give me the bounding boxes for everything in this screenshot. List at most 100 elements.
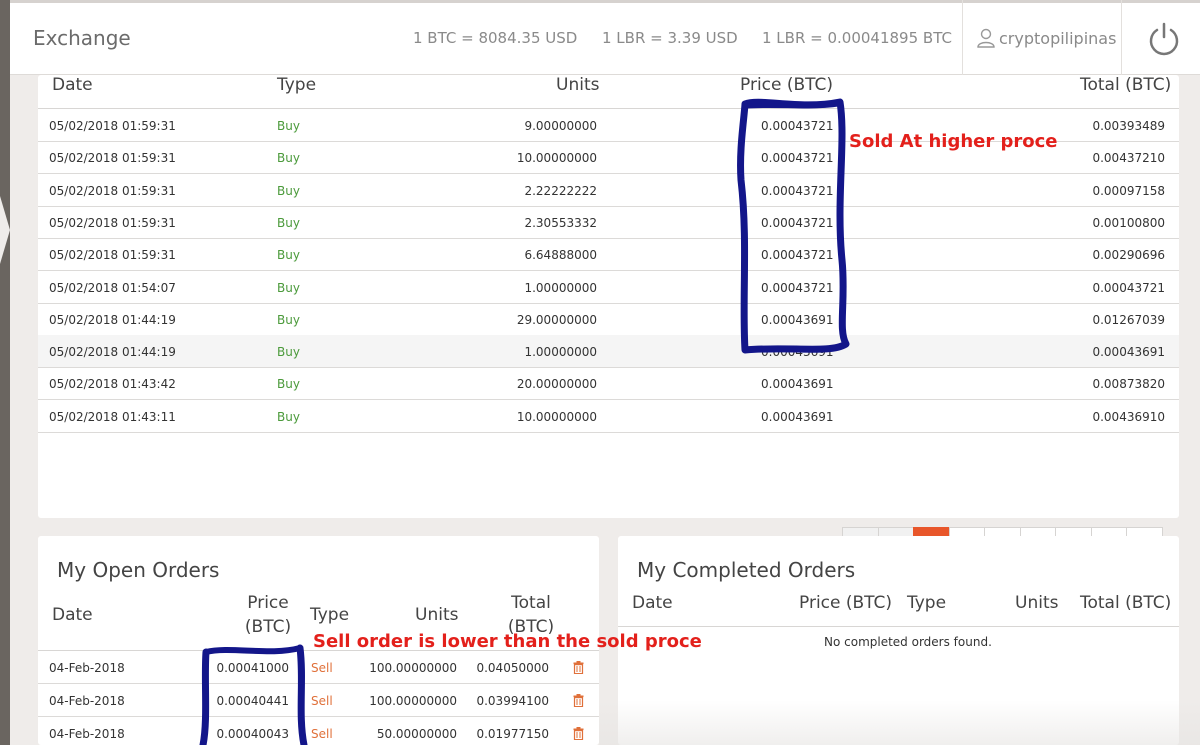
open-col-units: Units xyxy=(415,605,459,625)
open-orders-title: My Open Orders xyxy=(57,558,220,582)
rate-lbr-btc: 1 LBR = 0.00041895 BTC xyxy=(762,29,952,47)
trade-total: 0.00436910 xyxy=(1092,409,1165,424)
trade-price: 0.00043691 xyxy=(761,312,834,327)
trade-date: 05/02/2018 01:59:31 xyxy=(49,119,176,133)
completed-col-total: Total (BTC) xyxy=(1080,593,1172,613)
order-date: 04-Feb-2018 xyxy=(49,661,125,675)
trade-date: 05/02/2018 01:54:07 xyxy=(49,280,176,295)
trade-units: 10.00000000 xyxy=(516,151,597,166)
trade-date: 05/02/2018 01:44:19 xyxy=(49,345,176,360)
col-total: Total (BTC) xyxy=(1080,75,1172,95)
trade-date: 05/02/2018 01:44:19 xyxy=(49,312,176,327)
trade-total: 0.01267039 xyxy=(1092,312,1165,327)
trade-units: 1.00000000 xyxy=(524,280,597,295)
delete-order-icon[interactable] xyxy=(573,727,584,740)
order-units: 50.00000000 xyxy=(376,727,457,741)
order-total: 0.01977150 xyxy=(476,727,549,741)
power-icon[interactable] xyxy=(1147,22,1181,56)
open-col-price-line2: (BTC) xyxy=(244,617,292,637)
trade-date: 05/02/2018 01:43:11 xyxy=(49,409,176,424)
trade-date: 05/02/2018 01:59:31 xyxy=(49,215,176,230)
order-price: 0.00040043 xyxy=(216,727,289,741)
completed-col-units: Units xyxy=(1015,593,1059,613)
rate-btc-usd: 1 BTC = 8084.35 USD xyxy=(413,29,578,47)
trade-total: 0.00437210 xyxy=(1092,151,1165,166)
open-order-row: 04-Feb-2018 0.00040441 Sell 100.00000000 0.0… xyxy=(38,684,599,717)
trade-units: 1.00000000 xyxy=(524,345,597,360)
trade-units: 2.22222222 xyxy=(524,183,597,198)
trade-price: 0.00043721 xyxy=(761,119,834,133)
trade-row: 05/02/2018 01:43:42 Buy 20.00000000 0.00043… xyxy=(38,367,1179,401)
trade-price: 0.00043721 xyxy=(761,183,834,198)
open-order-row: 04-Feb-2018 0.00040043 Sell 50.00000000 0.01… xyxy=(38,717,599,745)
trade-row: 05/02/2018 01:54:07 Buy 1.00000000 0.000437… xyxy=(38,271,1179,304)
trade-total: 0.00043691 xyxy=(1092,345,1165,360)
trade-units: 20.00000000 xyxy=(516,377,597,392)
open-col-type: Type xyxy=(310,605,350,625)
trade-date: 05/02/2018 01:59:31 xyxy=(49,183,176,198)
brand-title: Exchange xyxy=(33,26,131,50)
order-price: 0.00041000 xyxy=(216,661,289,675)
col-type: Type xyxy=(277,75,317,95)
left-sidebar-edge xyxy=(0,0,10,745)
trade-units: 29.00000000 xyxy=(516,312,597,327)
rate-lbr-usd: 1 LBR = 3.39 USD xyxy=(602,29,738,47)
trade-row: 05/02/2018 01:59:31 Buy 2.22222222 0.000437… xyxy=(38,174,1179,207)
completed-col-price: Price (BTC) xyxy=(799,593,893,613)
delete-order-icon[interactable] xyxy=(573,661,584,674)
trade-type: Buy xyxy=(277,183,300,198)
trade-total: 0.00043721 xyxy=(1092,280,1165,295)
trade-total: 0.00873820 xyxy=(1092,377,1165,392)
trade-type: Buy xyxy=(277,119,300,133)
order-units: 100.00000000 xyxy=(369,694,457,708)
trade-row: 05/02/2018 01:59:31 Buy 2.30553332 0.000437… xyxy=(38,206,1179,239)
trade-units: 2.30553332 xyxy=(524,215,597,230)
order-date: 04-Feb-2018 xyxy=(49,727,125,741)
trade-row: 05/02/2018 01:43:11 Buy 10.00000000 0.00043… xyxy=(38,400,1179,433)
trade-price: 0.00043721 xyxy=(761,280,834,295)
order-price: 0.00040441 xyxy=(216,694,289,708)
trade-type: Buy xyxy=(277,377,300,392)
trade-price: 0.00043691 xyxy=(761,409,834,424)
order-type: Sell xyxy=(311,727,333,741)
trade-row: 05/02/2018 01:44:19 Buy 1.00000000 0.000436… xyxy=(38,335,1179,369)
trade-type: Buy xyxy=(277,215,300,230)
trade-type: Buy xyxy=(277,151,300,166)
trade-type: Buy xyxy=(277,345,300,360)
user-icon xyxy=(977,28,995,48)
trade-price: 0.00043721 xyxy=(761,151,834,166)
completed-col-date: Date xyxy=(632,593,673,613)
trade-total: 0.00100800 xyxy=(1092,215,1165,230)
order-units: 100.00000000 xyxy=(369,661,457,675)
trade-price: 0.00043691 xyxy=(761,377,834,392)
trade-type: Buy xyxy=(277,248,300,263)
user-menu[interactable]: cryptopilipinas xyxy=(962,0,1122,75)
trade-units: 9.00000000 xyxy=(524,119,597,133)
order-total: 0.03994100 xyxy=(476,694,549,708)
annotation-sold-higher: Sold At higher proce xyxy=(849,131,1058,152)
trade-row: 05/02/2018 01:59:31 Buy 6.64888000 0.000437… xyxy=(38,238,1179,272)
username: cryptopilipinas xyxy=(999,29,1117,48)
order-date: 04-Feb-2018 xyxy=(49,694,125,708)
trade-price: 0.00043691 xyxy=(761,345,834,360)
trade-type: Buy xyxy=(277,312,300,327)
open-col-total-line1: Total xyxy=(511,593,551,613)
trade-price: 0.00043721 xyxy=(761,248,834,263)
open-order-row: 04-Feb-2018 0.00041000 Sell 100.00000000 0.0… xyxy=(38,651,599,684)
sidebar-notch xyxy=(0,196,10,264)
completed-orders-title: My Completed Orders xyxy=(637,558,856,582)
order-type: Sell xyxy=(311,661,333,675)
trade-units: 6.64888000 xyxy=(524,248,597,263)
open-col-date: Date xyxy=(52,605,93,625)
trade-total: 0.00393489 xyxy=(1092,119,1165,133)
delete-order-icon[interactable] xyxy=(573,694,584,707)
trade-total: 0.00097158 xyxy=(1092,183,1165,198)
completed-col-type: Type xyxy=(907,593,947,613)
annotation-sell-lower: Sell order is lower than the sold proce xyxy=(313,631,702,652)
trade-total: 0.00290696 xyxy=(1092,248,1165,263)
trade-type: Buy xyxy=(277,280,300,295)
trade-price: 0.00043721 xyxy=(761,215,834,230)
no-completed-orders-message: No completed orders found. xyxy=(824,635,992,649)
trade-date: 05/02/2018 01:43:42 xyxy=(49,377,176,392)
col-date: Date xyxy=(52,75,93,95)
